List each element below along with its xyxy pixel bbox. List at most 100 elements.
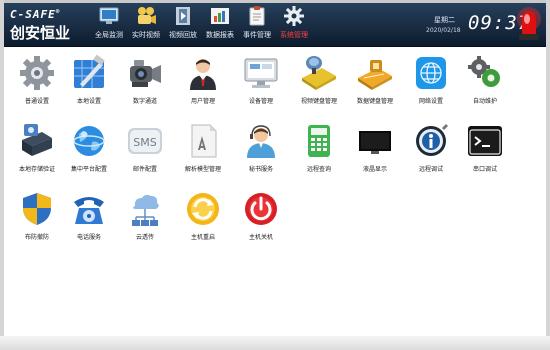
tile-label: 主机重启 [190, 234, 215, 241]
tile-auto-maintenance[interactable]: 自动维护 [456, 54, 514, 105]
nav-live-video[interactable]: 实时视频 [129, 5, 163, 40]
tile-general-settings[interactable]: 普通设置 [8, 54, 66, 105]
window-border-left [0, 0, 4, 350]
svg-text:SMS: SMS [133, 136, 156, 149]
nav-event-management[interactable]: 事件管理 [240, 5, 274, 40]
tile-label: 用户管理 [190, 98, 215, 105]
cloud-icon [126, 190, 164, 228]
alarm-light-icon[interactable] [514, 5, 544, 45]
tile-label: 集中平台配置 [70, 166, 107, 173]
tile-remote-query[interactable]: 远程查询 [290, 122, 348, 173]
power-icon [242, 190, 280, 228]
tile-remote-debug[interactable]: 远程调试 [402, 122, 460, 173]
nav-label: 事件管理 [243, 31, 271, 39]
tile-label: 远程调试 [418, 166, 443, 173]
storage-icon [18, 122, 56, 160]
tile-cloud-passthrough[interactable]: 云透传 [116, 190, 174, 241]
telephone-icon [70, 190, 108, 228]
tile-local-settings[interactable]: 本地设置 [60, 54, 118, 105]
tile-lcd-display[interactable]: 液晶显示 [346, 122, 404, 173]
brand-english: C-SAFE [10, 8, 56, 21]
tile-label: 本地设置 [76, 98, 101, 105]
app-window: C-SAFE® 创安恒业 全局监测 实时视频 视频回放 数据报表 事件管理 系统… [0, 0, 550, 350]
weekday: 星期二 [434, 16, 455, 24]
shield-icon [18, 190, 56, 228]
nav-label: 系统管理 [280, 31, 308, 39]
tile-label: 主机关机 [248, 234, 273, 241]
tile-secretary-service[interactable]: 秘书服务 [232, 122, 290, 173]
info-icon [412, 122, 450, 160]
headset-user-icon [242, 122, 280, 160]
tile-digital-channel[interactable]: 数字通道 [116, 54, 174, 105]
monitor-icon [98, 5, 120, 27]
user-icon [184, 54, 222, 92]
tile-label: 解析模型管理 [184, 166, 221, 173]
tile-device-management[interactable]: 设备管理 [232, 54, 290, 105]
keyboard-yellow-icon [300, 54, 338, 92]
tile-label: 邮件配置 [132, 166, 157, 173]
tile-user-management[interactable]: 用户管理 [174, 54, 232, 105]
tile-label: 普通设置 [24, 98, 49, 105]
top-bar: C-SAFE® 创安恒业 全局监测 实时视频 视频回放 数据报表 事件管理 系统… [4, 3, 546, 47]
tile-label: 远程查询 [306, 166, 331, 173]
tile-central-platform-config[interactable]: 集中平台配置 [60, 122, 118, 173]
nav-label: 实时视频 [132, 31, 160, 39]
keyboard-orange-icon [356, 54, 394, 92]
tile-mail-config[interactable]: SMS 邮件配置 [116, 122, 174, 173]
clipboard-icon [246, 5, 268, 27]
tile-arm-disarm[interactable]: 布防撤防 [8, 190, 66, 241]
nav-video-playback[interactable]: 视频回放 [166, 5, 200, 40]
tile-label: 设备管理 [248, 98, 273, 105]
calculator-icon [300, 122, 338, 160]
sms-icon: SMS [126, 122, 164, 160]
brand-chinese: 创安恒业 [10, 24, 71, 42]
terminal-icon [466, 122, 504, 160]
nav-label: 全局监测 [95, 31, 123, 39]
nav-global-monitor[interactable]: 全局监测 [92, 5, 126, 40]
blueprint-icon [70, 54, 108, 92]
tile-parse-model-management[interactable]: 解析模型管理 [174, 122, 232, 173]
nav-label: 数据报表 [206, 31, 234, 39]
tile-label: 网络设置 [418, 98, 443, 105]
nav-system-management[interactable]: 系统管理 [277, 5, 311, 40]
tile-label: 电话服务 [76, 234, 101, 241]
tile-label: 串口调试 [472, 166, 497, 173]
tile-label: 云透传 [135, 234, 154, 241]
nav-label: 视频回放 [169, 31, 197, 39]
gear-icon [18, 54, 56, 92]
brand-registered: ® [55, 8, 61, 16]
tile-host-shutdown[interactable]: 主机关机 [232, 190, 290, 241]
tile-serial-debug[interactable]: 串口调试 [456, 122, 514, 173]
film-icon [172, 5, 194, 27]
lcd-icon [356, 122, 394, 160]
document-icon [184, 122, 222, 160]
tile-label: 视频键盘管理 [300, 98, 337, 105]
restart-icon [184, 190, 222, 228]
tile-label: 布防撤防 [24, 234, 49, 241]
tile-local-storage-verify[interactable]: 本地存储验证 [8, 122, 66, 173]
main-nav: 全局监测 实时视频 视频回放 数据报表 事件管理 系统管理 [92, 5, 314, 40]
tile-video-keyboard-management[interactable]: 视频键盘管理 [290, 54, 348, 105]
camera-icon [126, 54, 164, 92]
tile-label: 秘书服务 [248, 166, 273, 173]
display-icon [242, 54, 280, 92]
brand-logo: C-SAFE® 创安恒业 [10, 8, 90, 43]
tile-label: 数字通道 [132, 98, 157, 105]
globe-icon [70, 122, 108, 160]
tile-network-settings[interactable]: 网络设置 [402, 54, 460, 105]
tile-label: 数据键盘管理 [356, 98, 393, 105]
nav-data-report[interactable]: 数据报表 [203, 5, 237, 40]
network-icon [412, 54, 450, 92]
gear-icon [283, 5, 305, 27]
tile-host-restart[interactable]: 主机重启 [174, 190, 232, 241]
gears-icon [466, 54, 504, 92]
tile-data-keyboard-management[interactable]: 数据键盘管理 [346, 54, 404, 105]
report-icon [209, 5, 231, 27]
window-border-right [546, 0, 550, 350]
tile-label: 自动维护 [472, 98, 497, 105]
tile-telephone-service[interactable]: 电话服务 [60, 190, 118, 241]
tile-label: 液晶显示 [362, 166, 387, 173]
date: 2020/02/18 [426, 27, 461, 34]
camera-icon [135, 5, 157, 27]
tile-label: 本地存储验证 [18, 166, 55, 173]
